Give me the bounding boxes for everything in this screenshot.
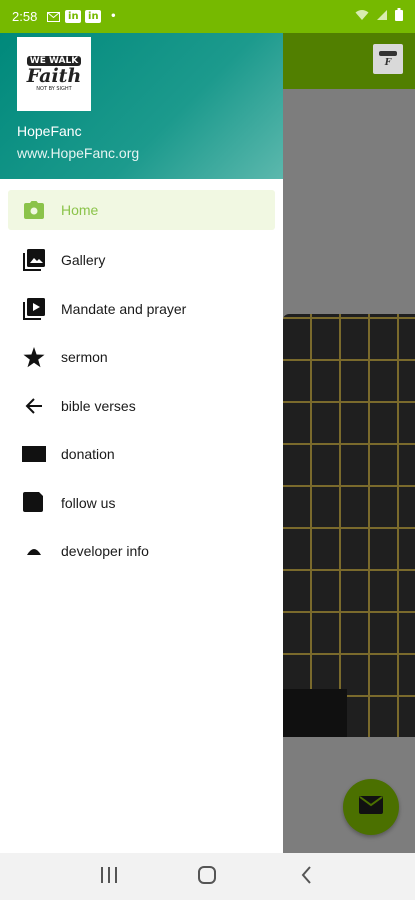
menu-item-label: sermon (61, 349, 108, 366)
menu-item-label: Gallery (61, 252, 106, 269)
linkedin-icon: in (85, 10, 102, 23)
menu-item-bible-verses[interactable]: bible verses (0, 382, 283, 431)
menu-item-sermon[interactable]: sermon (0, 333, 283, 382)
follow-icon (22, 491, 46, 515)
battery-icon (395, 8, 403, 25)
home-icon (198, 865, 217, 888)
recents-button[interactable] (89, 857, 129, 897)
logo-text-main: Faith (26, 65, 82, 87)
home-button[interactable] (187, 857, 227, 897)
menu-item-label: Mandate and prayer (61, 300, 187, 317)
menu-item-label: Home (61, 202, 99, 218)
menu-item-mandate-and-prayer[interactable]: Mandate and prayer (0, 285, 283, 334)
camera-icon (22, 198, 46, 222)
navigation-drawer: WE WALK Faith NOT BY SIGHT HopeFanc www.… (0, 33, 283, 853)
video-library-icon (22, 297, 46, 321)
status-bar: 2:58 in in • (0, 0, 415, 33)
menu-item-home[interactable]: Home (8, 190, 275, 230)
mail-fab-button[interactable] (343, 779, 399, 835)
drawer-menu: Home Gallery Mandate and prayer sermon b… (0, 188, 283, 576)
gallery-icon (22, 248, 46, 272)
system-nav-bar (0, 853, 415, 900)
card-icon (22, 442, 46, 466)
menu-item-label: follow us (61, 494, 116, 511)
back-button[interactable] (286, 857, 326, 897)
mail-icon (359, 796, 383, 818)
signal-icon (376, 9, 388, 25)
header-name: HopeFanc (17, 123, 82, 139)
app-logo: WE WALK Faith NOT BY SIGHT (17, 37, 91, 111)
jacket-image (283, 314, 415, 737)
star-icon (22, 345, 46, 369)
status-time: 2:58 (12, 9, 38, 24)
menu-item-label: donation (61, 446, 115, 463)
banner-photo (283, 89, 415, 737)
menu-item-donation[interactable]: donation (0, 430, 283, 479)
wifi-icon (355, 9, 369, 25)
drawer-header: WE WALK Faith NOT BY SIGHT HopeFanc www.… (0, 33, 283, 179)
logo-text-bottom: NOT BY SIGHT (36, 86, 72, 92)
person-icon (22, 539, 46, 563)
menu-item-label: bible verses (61, 397, 136, 414)
arrow-back-icon (22, 394, 46, 418)
recents-icon (100, 866, 118, 887)
menu-item-gallery[interactable]: Gallery (0, 236, 283, 285)
toolbar-logo: F (373, 44, 403, 74)
svg-text:F: F (384, 58, 392, 68)
menu-item-follow-us[interactable]: follow us (0, 479, 283, 528)
back-icon (301, 865, 311, 888)
pants-image (283, 689, 347, 737)
mail-icon (45, 10, 61, 23)
dot-icon: • (110, 11, 117, 22)
linkedin-icon: in (65, 10, 82, 23)
menu-item-label: developer info (61, 543, 149, 560)
menu-item-developer-info[interactable]: developer info (0, 527, 283, 576)
header-url[interactable]: www.HopeFanc.org (17, 145, 139, 161)
